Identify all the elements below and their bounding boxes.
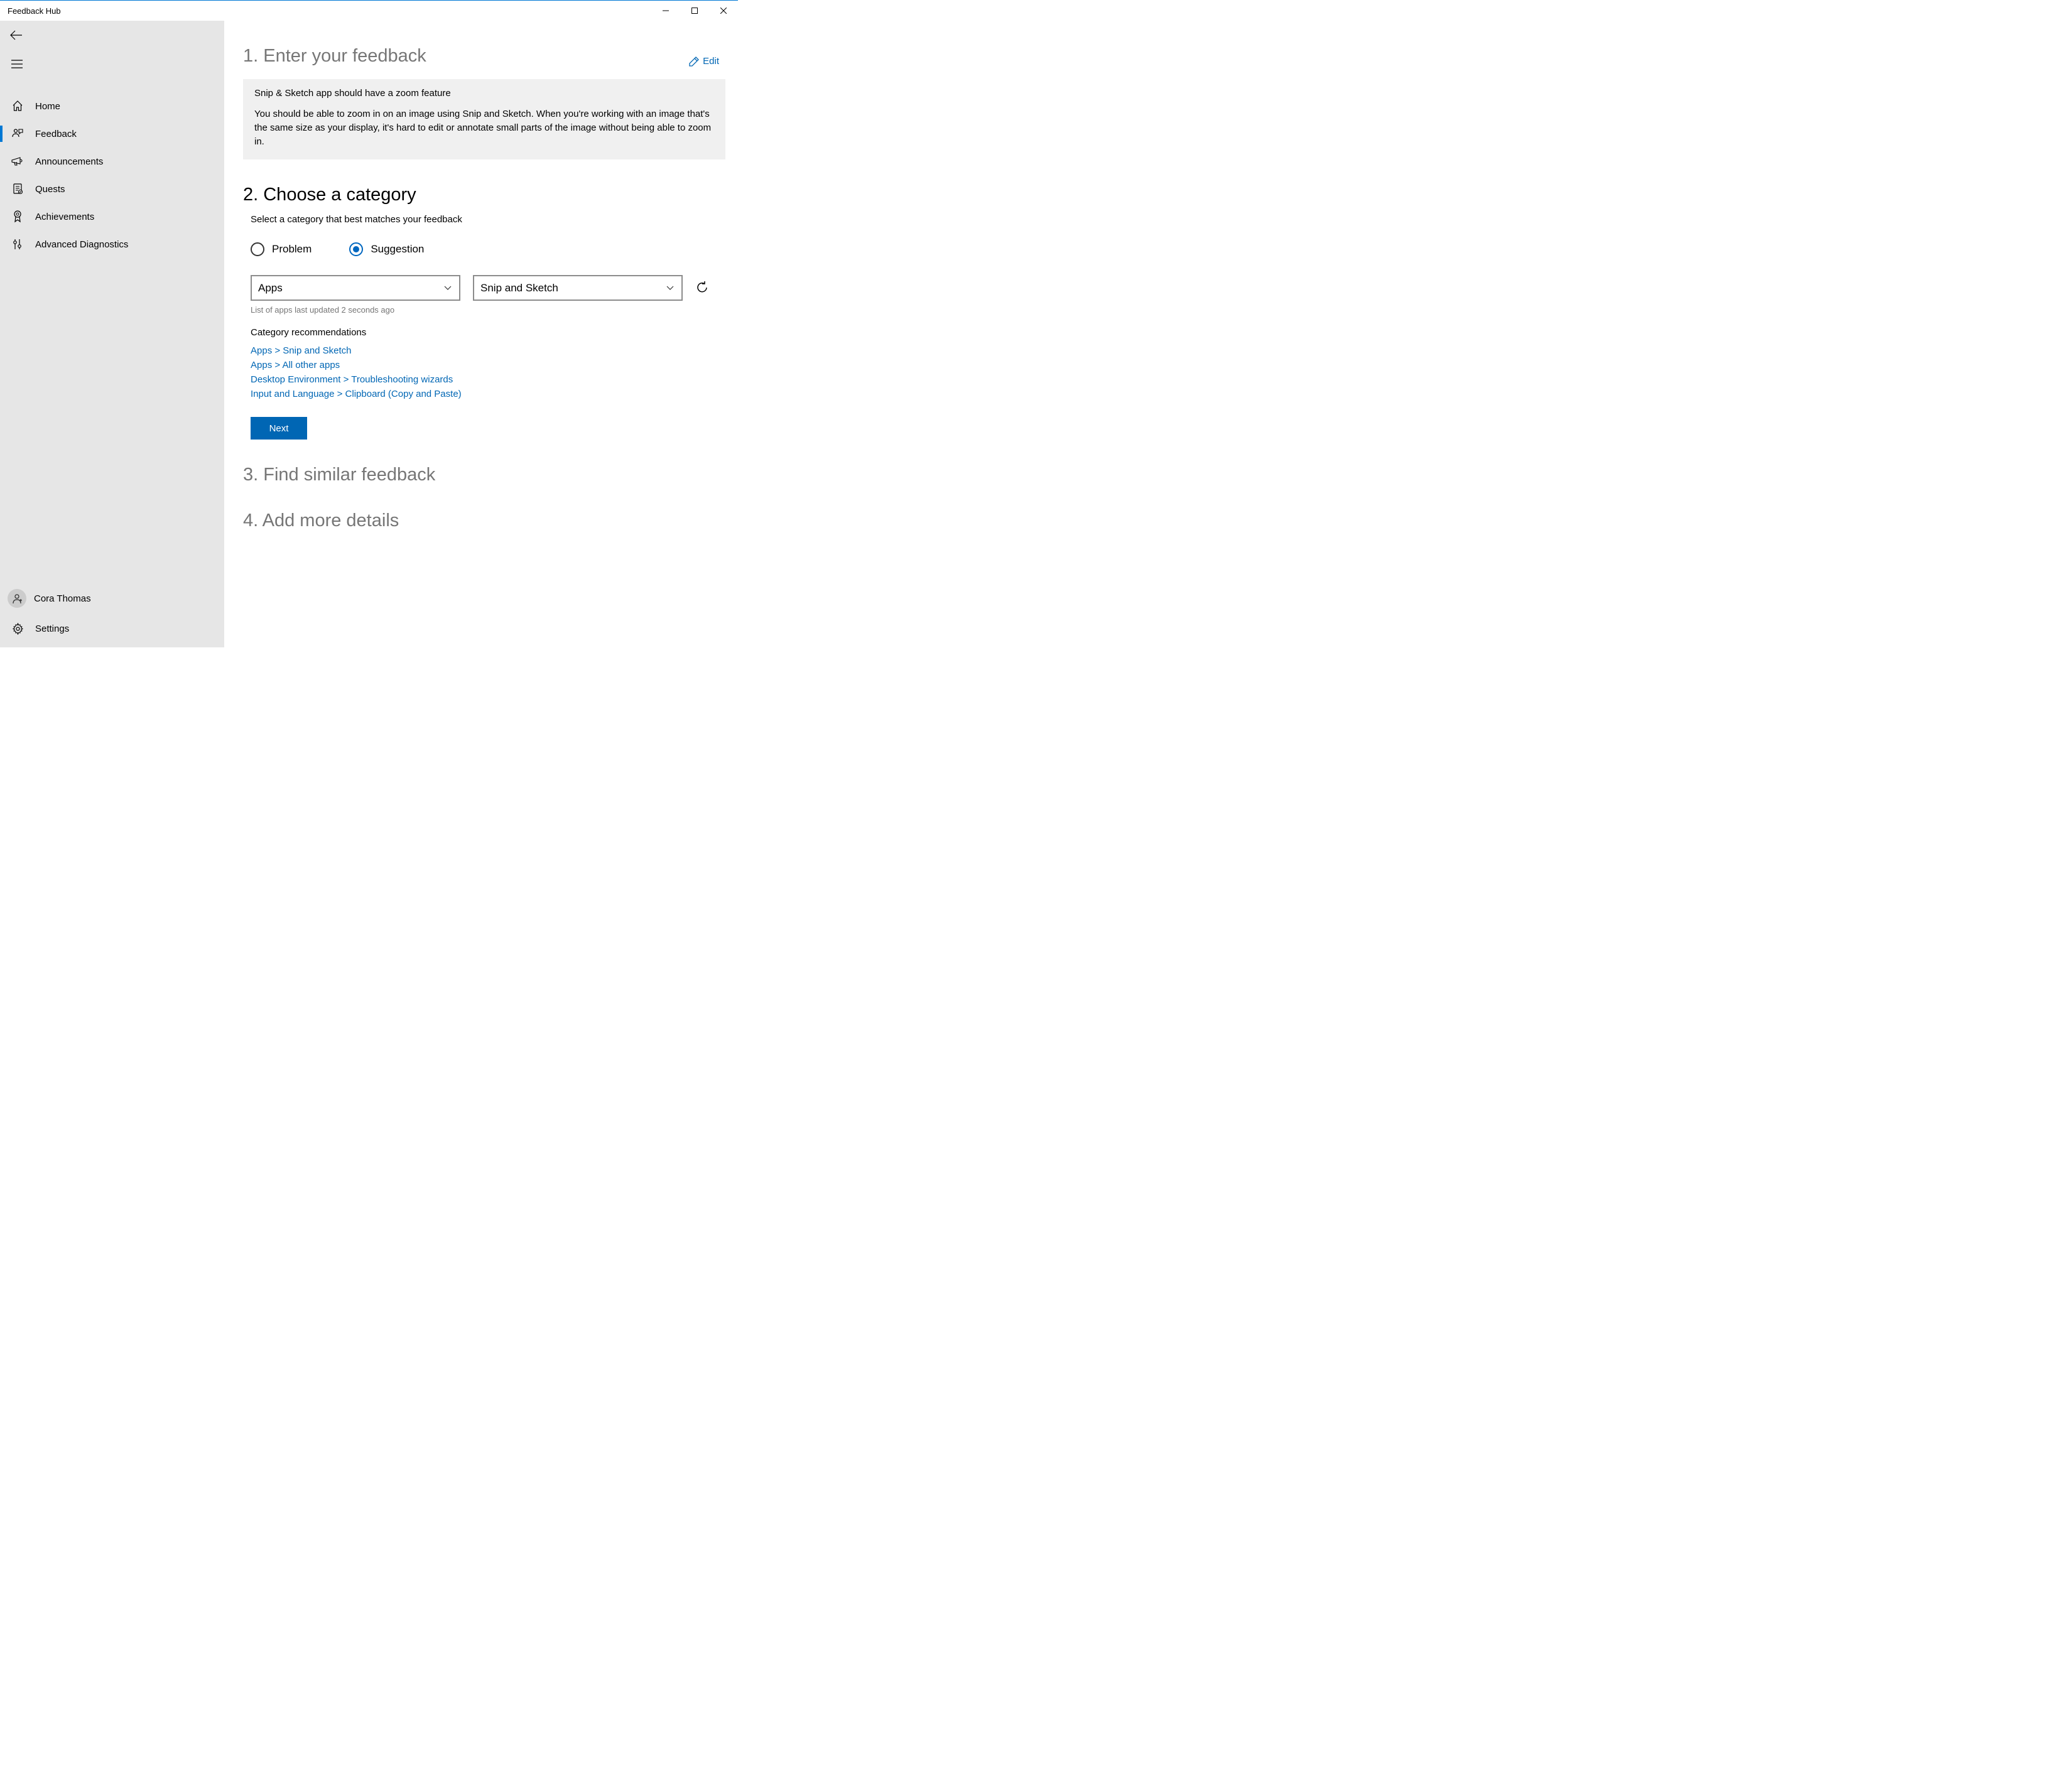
nav-item-advanced-diagnostics[interactable]: Advanced Diagnostics <box>0 230 224 258</box>
nav-list: Home Feedback Announcements <box>0 92 224 258</box>
sidebar: Home Feedback Announcements <box>0 21 224 647</box>
recommendation-link[interactable]: Desktop Environment > Troubleshooting wi… <box>251 374 725 385</box>
titlebar: Feedback Hub <box>0 1 738 21</box>
award-icon <box>11 210 24 223</box>
megaphone-icon <box>11 155 24 168</box>
feedback-description: You should be able to zoom in on an imag… <box>254 107 714 148</box>
edit-label: Edit <box>703 56 719 67</box>
radio-label: Suggestion <box>371 243 424 256</box>
hamburger-button[interactable] <box>0 50 224 78</box>
refresh-button[interactable] <box>695 281 710 296</box>
list-updated-text: List of apps last updated 2 seconds ago <box>243 305 725 315</box>
select-value: Apps <box>258 282 283 294</box>
feedback-icon <box>11 127 24 140</box>
select-value: Snip and Sketch <box>480 282 558 294</box>
edit-button[interactable]: Edit <box>689 56 725 67</box>
recommendation-link[interactable]: Apps > Snip and Sketch <box>251 345 725 356</box>
step1-header: 1. Enter your feedback <box>243 46 426 67</box>
close-button[interactable] <box>709 1 738 21</box>
hamburger-icon <box>11 60 23 68</box>
diagnostics-icon <box>11 238 24 251</box>
home-icon <box>11 100 24 112</box>
radio-suggestion[interactable]: Suggestion <box>349 242 424 256</box>
nav-label: Achievements <box>35 212 94 222</box>
avatar <box>8 589 26 608</box>
nav-label: Announcements <box>35 156 103 167</box>
nav-item-home[interactable]: Home <box>0 92 224 120</box>
recommendation-link[interactable]: Apps > All other apps <box>251 360 725 370</box>
nav-item-achievements[interactable]: Achievements <box>0 203 224 230</box>
next-button[interactable]: Next <box>251 417 307 440</box>
nav-item-settings[interactable]: Settings <box>0 613 224 644</box>
user-account-button[interactable]: Cora Thomas <box>0 583 224 613</box>
nav-label: Home <box>35 101 60 112</box>
radio-circle-checked-icon <box>349 242 363 256</box>
app-body: Home Feedback Announcements <box>0 21 738 647</box>
step3-header: 3. Find similar feedback <box>243 465 725 485</box>
nav-label: Feedback <box>35 129 77 139</box>
feedback-title: Snip & Sketch app should have a zoom fea… <box>254 88 714 99</box>
step2-subtitle: Select a category that best matches your… <box>243 214 725 225</box>
recommendations-list: Apps > Snip and Sketch Apps > All other … <box>243 345 725 399</box>
subcategory-select[interactable]: Snip and Sketch <box>473 275 683 301</box>
maximize-button[interactable] <box>680 1 709 21</box>
app-window: Feedback Hub <box>0 0 738 647</box>
chevron-down-icon <box>666 286 674 291</box>
nav-label: Advanced Diagnostics <box>35 239 128 250</box>
radio-circle-icon <box>251 242 264 256</box>
nav-item-feedback[interactable]: Feedback <box>0 120 224 148</box>
nav-label: Quests <box>35 184 65 195</box>
back-button[interactable] <box>0 21 224 50</box>
window-title: Feedback Hub <box>8 6 61 16</box>
step2-header: 2. Choose a category <box>243 185 725 205</box>
recommendations-title: Category recommendations <box>243 327 725 338</box>
quests-icon <box>11 183 24 195</box>
settings-label: Settings <box>35 623 69 634</box>
minimize-button[interactable] <box>651 1 680 21</box>
pencil-icon <box>689 57 699 67</box>
user-name: Cora Thomas <box>34 593 91 604</box>
radio-label: Problem <box>272 243 312 256</box>
chevron-down-icon <box>444 286 452 291</box>
feedback-summary-box: Snip & Sketch app should have a zoom fea… <box>243 79 725 159</box>
nav-item-announcements[interactable]: Announcements <box>0 148 224 175</box>
category-select[interactable]: Apps <box>251 275 460 301</box>
feedback-type-radio-group: Problem Suggestion <box>243 242 725 256</box>
person-icon <box>11 593 23 604</box>
refresh-icon <box>695 281 710 294</box>
radio-problem[interactable]: Problem <box>251 242 312 256</box>
back-arrow-icon <box>10 30 23 40</box>
step4-header: 4. Add more details <box>243 510 725 531</box>
gear-icon <box>11 622 24 635</box>
window-controls <box>651 1 738 21</box>
recommendation-link[interactable]: Input and Language > Clipboard (Copy and… <box>251 389 725 399</box>
nav-item-quests[interactable]: Quests <box>0 175 224 203</box>
main-content: 1. Enter your feedback Edit Snip & Sketc… <box>224 21 738 647</box>
